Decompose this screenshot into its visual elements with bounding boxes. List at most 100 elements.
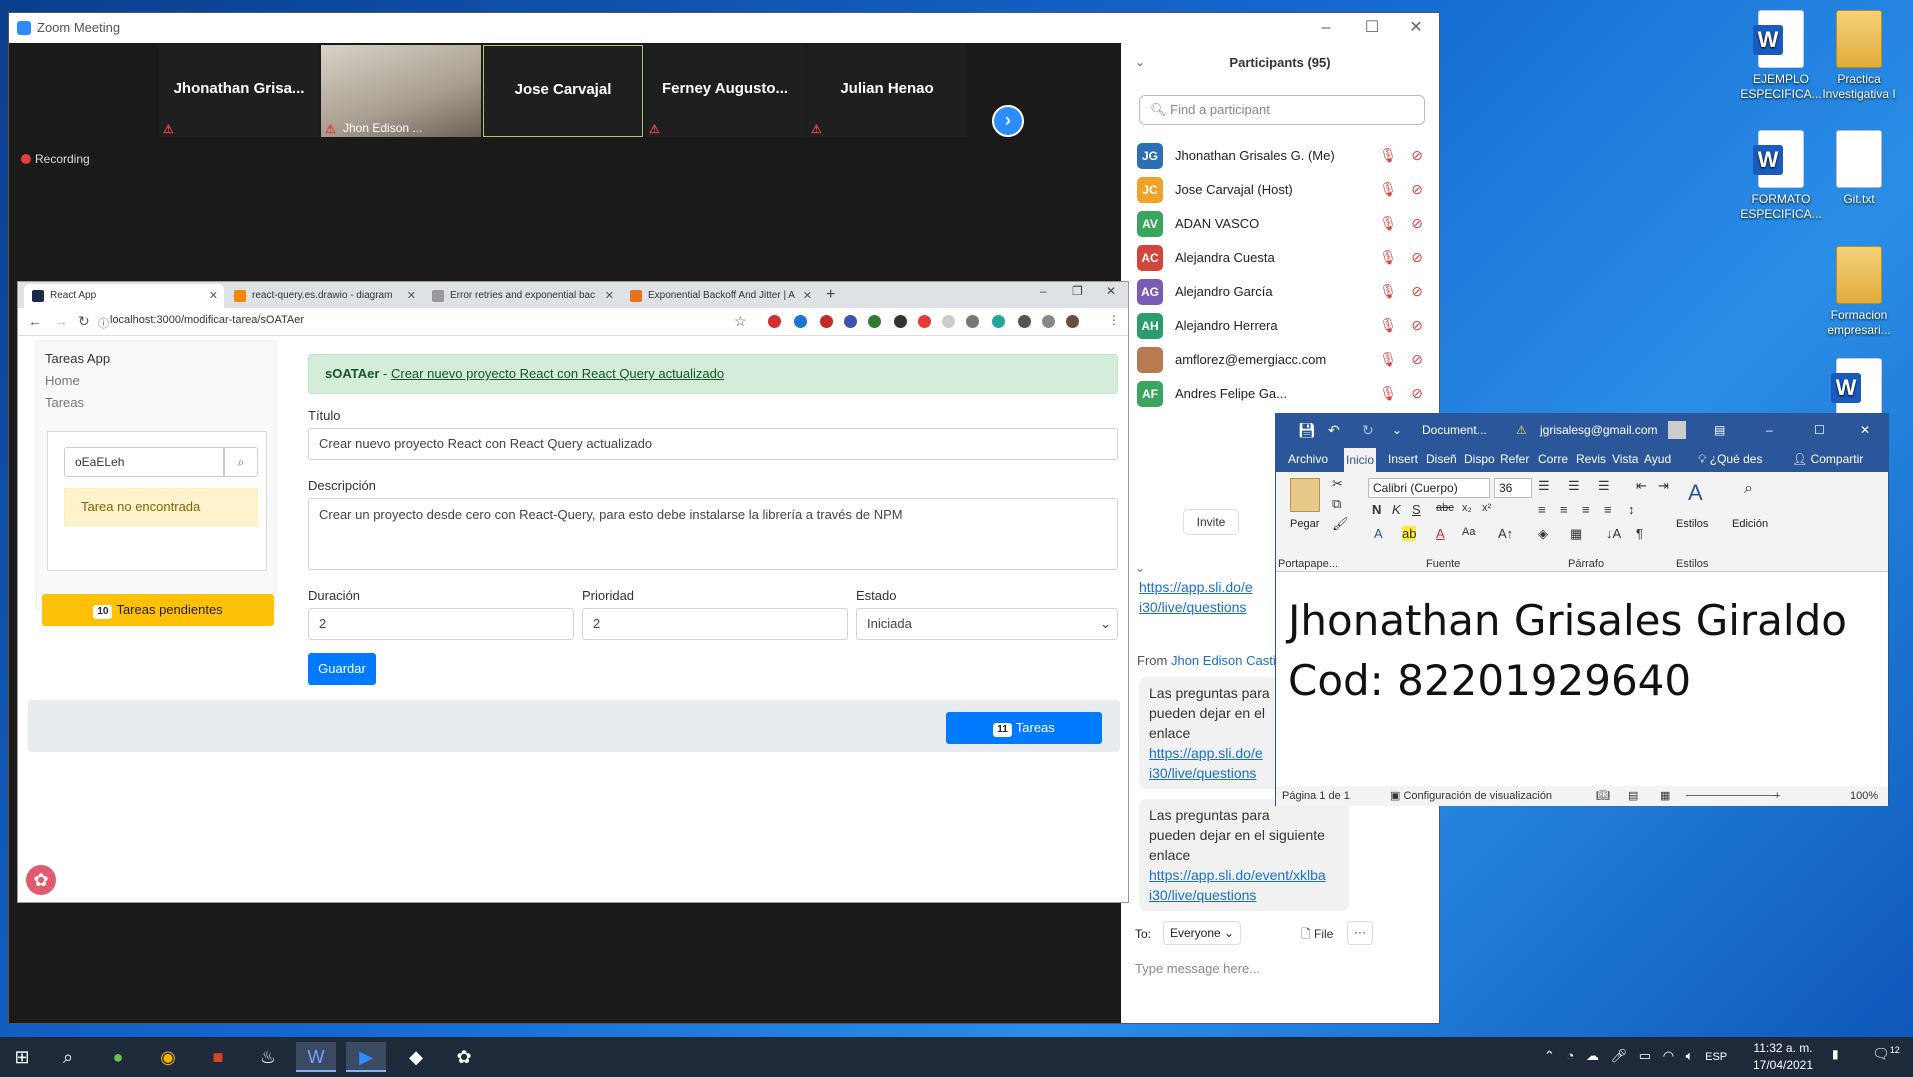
chat-message-input[interactable]: Type message here... [1135,961,1260,976]
web-layout-icon[interactable]: ▦ [1660,786,1670,806]
restore-button[interactable]: ❐ [1072,284,1083,298]
zoom-slider[interactable] [1686,795,1776,796]
desktop-icon-git[interactable]: Git.txt [1816,130,1902,207]
bold-icon[interactable]: N [1372,502,1381,517]
nav-home[interactable]: Home [45,373,80,388]
language-indicator[interactable]: ESP [1705,1051,1727,1063]
back-icon[interactable]: ← [28,313,42,329]
increase-indent-icon[interactable]: ⇥ [1658,478,1669,494]
maximize-button[interactable]: ☐ [1814,414,1825,446]
mic-icon[interactable]: 🎤︎ [1611,1048,1628,1063]
cloud-icon[interactable]: ☁ [1586,1048,1599,1063]
extension-icon[interactable] [820,315,833,328]
titulo-input[interactable]: Crear nuevo proyecto React con React Que… [308,428,1118,460]
clock[interactable]: 11:32 a. m. 17/04/2021 [1752,1040,1814,1074]
close-tab-icon[interactable]: ✕ [803,284,812,308]
italic-icon[interactable]: K [1392,502,1401,517]
desktop-icon-formato[interactable]: FORMATO ESPECIFICA... [1738,130,1824,222]
chat-link[interactable]: https://app.sli.do/event/xklba [1149,865,1339,885]
tab-drawio[interactable]: react-query.es.drawio - diagram ✕ [226,284,422,308]
decrease-indent-icon[interactable]: ⇤ [1636,478,1647,494]
network-icon[interactable]: ◠ [1663,1048,1674,1063]
calendar-extension-icon[interactable] [794,315,807,328]
print-layout-icon[interactable]: ▤ [1628,786,1638,806]
address-bar[interactable]: localhost:3000/modificar-tarea/sOATAer [110,314,304,326]
tareas-button[interactable]: 11 Tareas [946,712,1102,744]
chat-link[interactable]: https://app.sli.do/e i30/live/questions [1139,577,1253,617]
shading-icon[interactable]: ◈ [1538,526,1548,542]
show-marks-icon[interactable]: ¶ [1636,526,1643,541]
participant-row[interactable]: AC Alejandra Cuesta 🎙︎ ⊘ [1137,241,1427,275]
start-windows-icon[interactable]: ⊞ [2,1042,42,1072]
superscript-icon[interactable]: x² [1482,502,1491,514]
styles-button[interactable]: Estilos [1676,518,1708,530]
translate-extension-icon[interactable] [844,315,857,328]
format-painter-icon[interactable]: 🖌︎ [1332,516,1349,532]
borders-icon[interactable]: ▦ [1570,526,1582,542]
cut-icon[interactable]: ✂ [1332,476,1343,492]
app-green-icon[interactable]: ● [98,1042,138,1072]
desktop-icon-formacion[interactable]: Formacion empresari... [1816,246,1902,338]
tab-inicio[interactable]: Inicio [1344,448,1377,472]
tab-exponential-backoff[interactable]: Exponential Backoff And Jitter | A ✕ [622,284,818,308]
tab-revisar[interactable]: Revis [1574,446,1608,472]
app-brand[interactable]: Tareas App [45,351,110,366]
extension-icon[interactable] [918,315,931,328]
save-button[interactable]: Guardar [308,653,376,685]
redo-icon[interactable]: ↻ [1362,414,1374,446]
chat-recipient-select[interactable]: Everyone ⌄ [1163,921,1242,945]
file-button[interactable]: 🗋 File [1301,925,1333,946]
chat-collapse-chevron-icon[interactable]: ⌄ [1135,561,1145,575]
extension-icon[interactable] [992,315,1005,328]
minimize-button[interactable]: – [1766,414,1773,446]
powerpoint-icon[interactable]: ■ [198,1042,238,1072]
puzzle-extensions-icon[interactable] [1018,315,1031,328]
subscript-icon[interactable]: x₂ [1462,502,1472,514]
volume-icon[interactable]: 🔈︎ [1686,1048,1694,1063]
numbering-icon[interactable]: ☰ [1568,478,1580,494]
minimize-button[interactable]: – [1303,13,1349,43]
tab-diseno[interactable]: Diseñ [1424,446,1459,472]
menu-dots-icon[interactable]: ⋮ [1108,313,1120,327]
undo-icon[interactable]: ↶ [1328,414,1340,446]
video-tile[interactable]: Ferney Augusto... ⚠ [645,45,805,137]
app-icon[interactable]: ◆ [396,1042,436,1072]
grammarly-extension-icon[interactable] [868,315,881,328]
close-button[interactable]: ✕ [1860,414,1870,446]
close-tab-icon[interactable]: ✕ [605,284,614,308]
descripcion-textarea[interactable]: Crear un proyecto desde cero con React-Q… [308,498,1118,570]
video-tile[interactable]: Julian Henao ⚠ [807,45,967,137]
sort-icon[interactable]: ↓A [1606,526,1621,541]
maximize-button[interactable]: ☐ [1349,13,1395,43]
more-options-button[interactable]: ··· [1347,921,1373,945]
text-effects-icon[interactable]: A [1374,526,1383,541]
zoom-level[interactable]: 100% [1850,786,1878,806]
tab-react-app[interactable]: React App ✕ [24,284,224,308]
new-tab-icon[interactable]: + [826,286,835,304]
paste-label[interactable]: Pegar [1290,518,1319,530]
react-query-devtools-icon[interactable]: ✿ [26,865,56,895]
prioridad-input[interactable]: 2 [582,608,848,640]
editing-button[interactable]: Edición [1732,518,1768,530]
tab-insertar[interactable]: Insert [1386,446,1420,472]
video-tile-camera[interactable]: Jhon Edison ... ⚠ [321,45,481,137]
desktop-icon-word[interactable] [1816,358,1902,420]
share-button[interactable]: 👤︎ Compartir [1790,446,1865,472]
bullets-icon[interactable]: ☰ [1538,478,1550,494]
tell-me-search[interactable]: 💡︎ ¿Qué des [1696,446,1764,472]
cast-icon[interactable] [1042,315,1055,328]
font-color-icon[interactable]: A [1436,526,1445,541]
chrome-icon[interactable]: ◉ [148,1042,188,1072]
tab-archivo[interactable]: Archivo [1286,446,1330,472]
account-email[interactable]: jgrisalesg@gmail.com [1540,414,1658,446]
task-link[interactable]: Crear nuevo proyecto React con React Que… [391,366,724,381]
opera-extension-icon[interactable] [768,315,781,328]
participant-row[interactable]: JG Jhonathan Grisales G. (Me) 🎙︎ ⊘ [1137,139,1427,173]
close-button[interactable]: ✕ [1106,284,1116,298]
paste-clipboard-icon[interactable] [1290,478,1320,512]
participant-row[interactable]: JC Jose Carvajal (Host) 🎙︎ ⊘ [1137,173,1427,207]
notifications-icon[interactable]: 🗨︎12 [1872,1045,1900,1063]
next-page-arrow-icon[interactable]: › [992,105,1024,137]
strikethrough-icon[interactable]: abc [1436,502,1454,514]
save-icon[interactable]: 💾︎ [1298,414,1316,446]
